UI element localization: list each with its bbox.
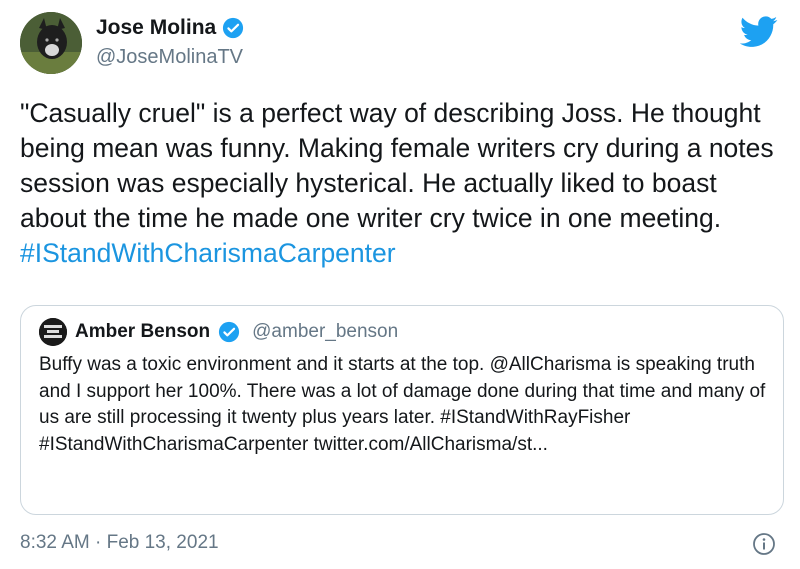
verified-badge-icon	[222, 17, 244, 39]
quoted-tweet[interactable]: Amber Benson @amber_benson Buffy was a t…	[20, 305, 784, 515]
author-block: Jose Molina @JoseMolinaTV	[96, 14, 244, 69]
hashtag-link[interactable]: #IStandWithCharismaCarpenter	[20, 238, 396, 268]
author-avatar[interactable]	[20, 12, 82, 74]
quoted-author-avatar[interactable]	[39, 318, 67, 346]
quoted-author-handle[interactable]: @amber_benson	[252, 321, 398, 343]
quoted-tweet-header: Amber Benson @amber_benson	[39, 316, 398, 348]
tweet-timestamp[interactable]: 8:32 AM · Feb 13, 2021	[20, 532, 219, 554]
quoted-author-name[interactable]: Amber Benson	[75, 321, 210, 343]
author-handle[interactable]: @JoseMolinaTV	[96, 46, 244, 69]
quoted-tweet-text: Buffy was a toxic environment and it sta…	[39, 354, 766, 455]
twitter-bird-icon[interactable]	[739, 16, 778, 48]
tweet-text: "Casually cruel" is a perfect way of des…	[20, 96, 790, 271]
tweet-text-body: "Casually cruel" is a perfect way of des…	[20, 98, 774, 233]
author-name[interactable]: Jose Molina	[96, 16, 216, 40]
info-icon[interactable]	[752, 532, 776, 556]
verified-badge-icon	[218, 321, 240, 343]
